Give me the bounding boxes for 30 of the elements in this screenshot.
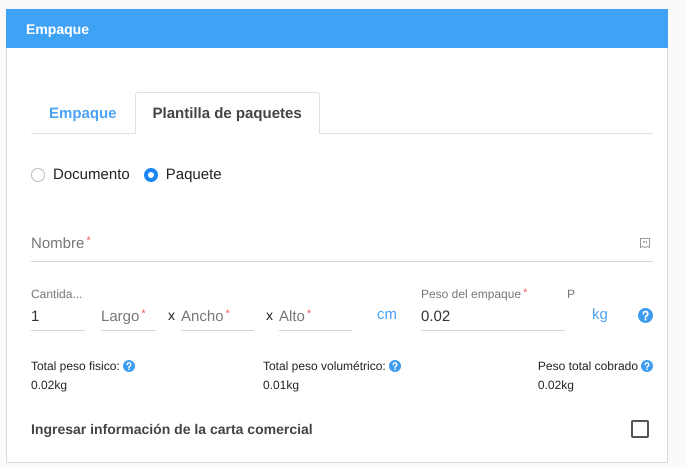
radio-label[interactable]: Documento (53, 166, 130, 183)
times-sign: x (168, 307, 175, 323)
total-value: 0.02kg (31, 378, 68, 392)
total-label: Peso total cobrado (538, 359, 638, 373)
name-field[interactable]: Nombre* (31, 221, 653, 262)
quantity-field[interactable]: Cantida... 1 (31, 284, 85, 331)
help-icon[interactable] (638, 308, 653, 323)
radio-label[interactable]: Paquete (166, 166, 222, 183)
card-icon (639, 237, 651, 249)
radio-button[interactable] (144, 168, 158, 182)
checkbox-label: Ingresar información de la carta comercial (31, 421, 313, 437)
total-label: Total peso volumétrico: (263, 359, 386, 373)
help-icon[interactable] (122, 360, 135, 372)
total-label: Total peso fisico: (31, 359, 120, 373)
dimension-field[interactable]: Largo* (101, 284, 156, 331)
radio-button[interactable] (31, 168, 45, 182)
dimension-field[interactable]: Alto* (279, 284, 352, 331)
tab[interactable]: Plantilla de paquetes (134, 92, 320, 134)
panel-title: Empaque (26, 20, 90, 36)
weight-field[interactable]: Peso del empaque * 0.02 (421, 284, 565, 331)
unit-label: cm (377, 306, 397, 323)
field-label: P (567, 287, 576, 301)
unit-label: kg (592, 306, 608, 323)
help-icon[interactable] (641, 360, 653, 372)
times-sign: x (266, 307, 273, 323)
total-value: 0.01kg (263, 378, 300, 392)
total-value: 0.02kg (538, 378, 575, 392)
dimension-field[interactable]: Ancho* (181, 284, 254, 331)
checkbox[interactable] (631, 420, 649, 438)
help-icon[interactable] (388, 360, 401, 372)
